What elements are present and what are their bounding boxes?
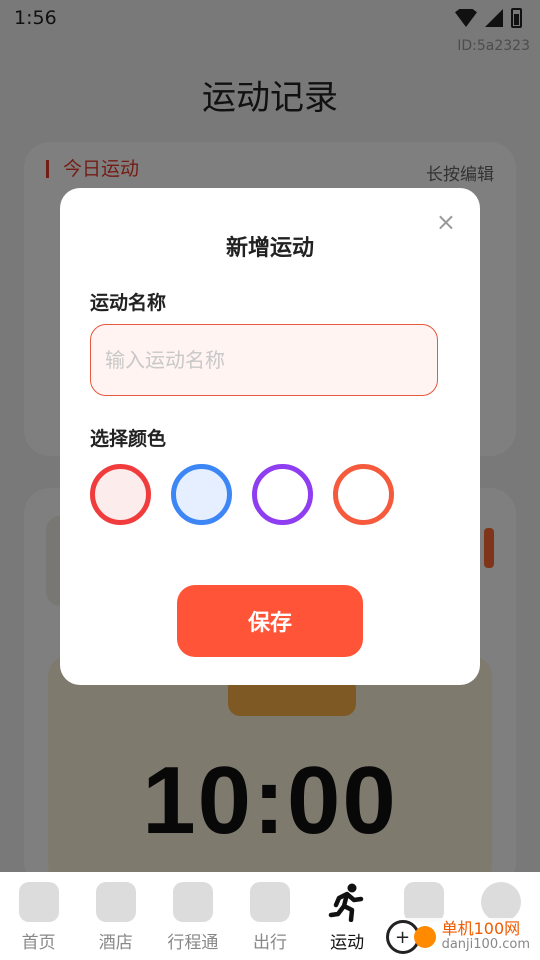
hotel-icon bbox=[95, 882, 136, 922]
nav-item-travel[interactable]: 出行 bbox=[231, 872, 308, 960]
add-exercise-dialog: × 新增运动 运动名称 选择颜色 保存 bbox=[60, 188, 480, 685]
nav-item-hotel[interactable]: 酒店 bbox=[77, 872, 154, 960]
itinerary-icon bbox=[172, 882, 213, 922]
watermark-line2: danji100.com bbox=[441, 937, 530, 952]
save-button[interactable]: 保存 bbox=[177, 585, 363, 657]
color-select-label: 选择颜色 bbox=[90, 428, 167, 450]
running-icon-svg bbox=[328, 883, 364, 922]
nav-label: 出行 bbox=[252, 933, 287, 953]
exercise-name-label: 运动名称 bbox=[90, 292, 167, 314]
calculator-icon bbox=[404, 882, 445, 922]
color-swatch-orange[interactable] bbox=[333, 464, 394, 525]
nav-label: 行程通 bbox=[167, 933, 219, 953]
color-swatch-purple[interactable] bbox=[252, 464, 313, 525]
luggage-icon bbox=[249, 882, 290, 922]
nav-label: 酒店 bbox=[98, 933, 133, 953]
nav-label: 首页 bbox=[21, 933, 56, 953]
home-icon bbox=[18, 882, 59, 922]
watermark-line1: 单机100网 bbox=[441, 919, 521, 938]
watermark-dot-icon bbox=[413, 926, 436, 948]
color-swatch-red[interactable] bbox=[90, 464, 151, 525]
nav-label: 运动 bbox=[330, 933, 365, 953]
color-swatches bbox=[90, 464, 394, 525]
watermark: + 单机100网 danji100.com bbox=[381, 918, 534, 956]
nav-item-itinerary[interactable]: 行程通 bbox=[154, 872, 231, 960]
nav-item-home[interactable]: 首页 bbox=[0, 872, 77, 960]
nav-item-exercise[interactable]: 运动 bbox=[309, 872, 386, 960]
exercise-name-input[interactable] bbox=[90, 324, 438, 396]
color-swatch-blue[interactable] bbox=[171, 464, 232, 525]
dialog-title: 新增运动 bbox=[225, 236, 314, 261]
watermark-text: 单机100网 danji100.com bbox=[442, 921, 530, 953]
running-icon bbox=[327, 882, 367, 922]
profile-icon bbox=[481, 882, 522, 922]
